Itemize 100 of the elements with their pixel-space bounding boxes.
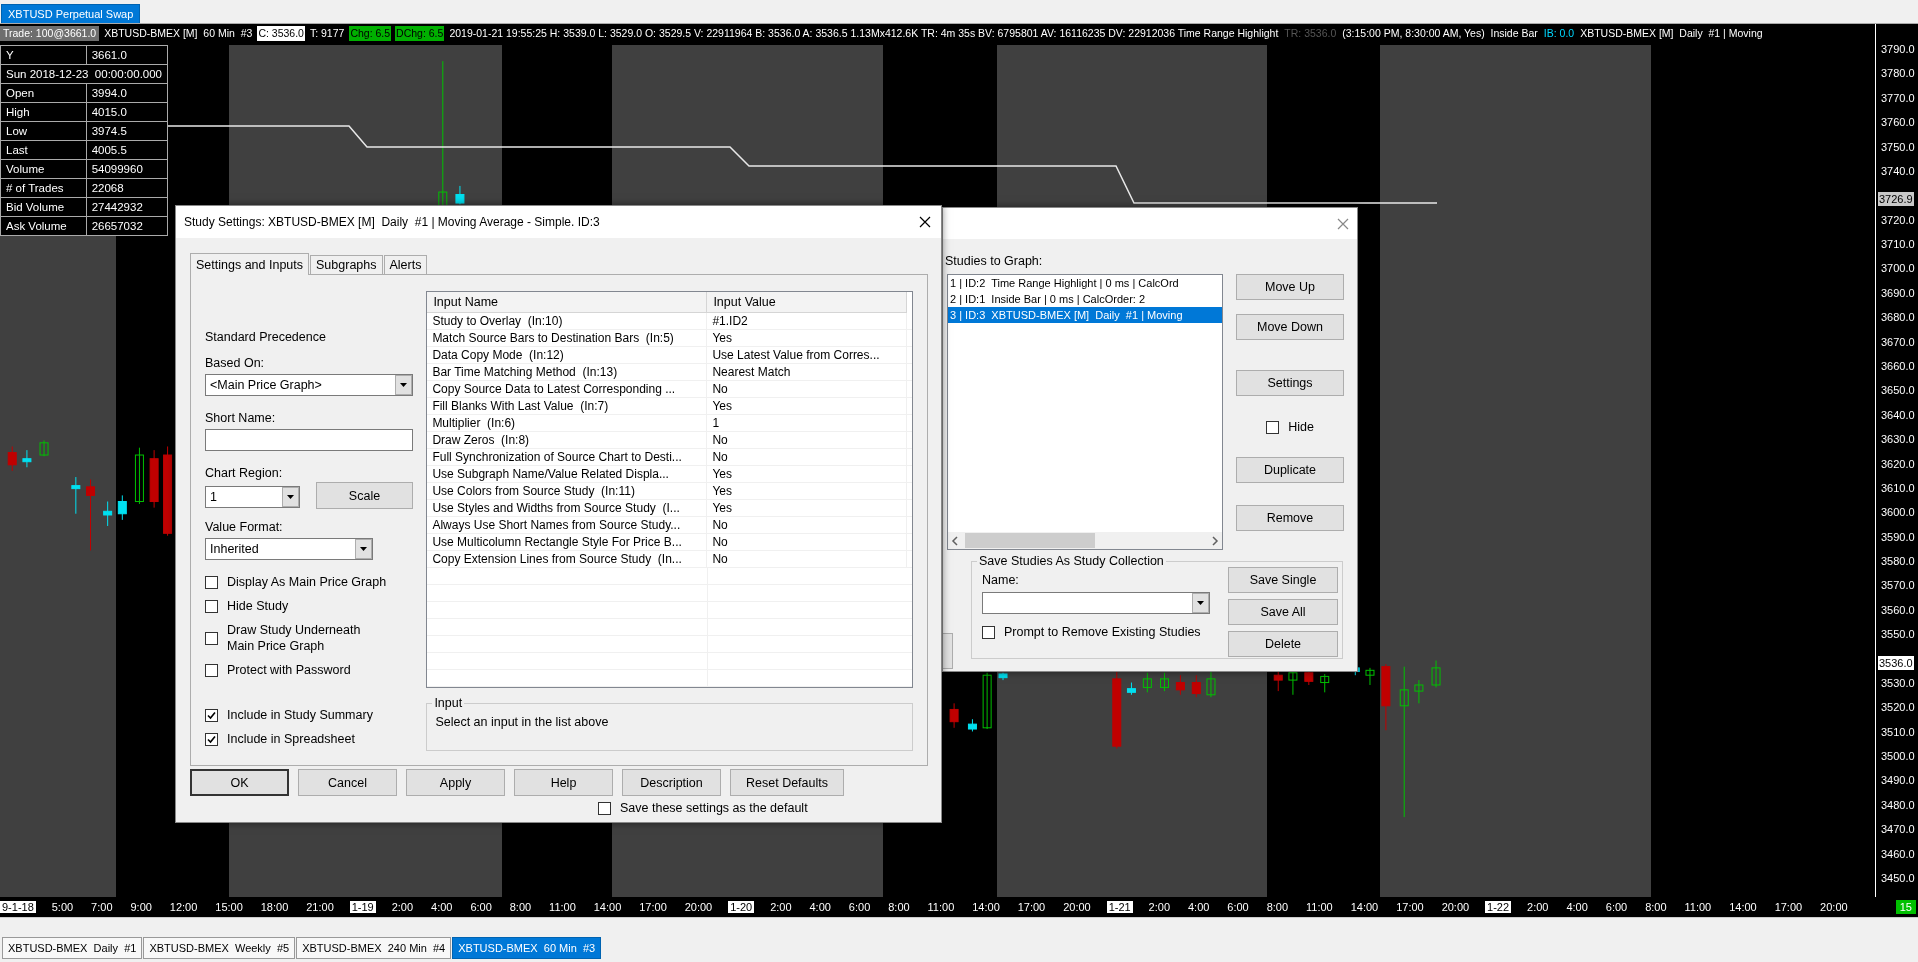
- dropdown-field[interactable]: [982, 592, 1210, 614]
- data-label: Last: [0, 140, 87, 160]
- dialog-button[interactable]: Duplicate: [1236, 457, 1344, 483]
- candlestick: [86, 479, 95, 551]
- tab[interactable]: Alerts: [383, 255, 428, 274]
- price-label: 3530.0: [1880, 675, 1916, 690]
- time-label: 6:00: [847, 901, 872, 913]
- chart-info-text: C: 3536.0: [257, 26, 305, 41]
- checkbox[interactable]: [205, 575, 218, 589]
- table-cell: Use Multicolumn Rectangle Style For Price B...: [427, 534, 708, 550]
- chart-info-text: (3:15:00 PM, 8:30:00 AM, Yes) Inside Bar: [1341, 26, 1539, 41]
- checkbox[interactable]: [205, 708, 218, 722]
- time-label: 9:00: [129, 901, 153, 913]
- table-cell: Draw Zeros (In:8): [427, 432, 708, 448]
- tab[interactable]: Settings and Inputs: [190, 253, 310, 275]
- list-item[interactable]: 1 | ID:2 Time Range Highlight | 0 ms | CalcOrd: [948, 275, 1222, 291]
- candlestick: [1191, 674, 1201, 698]
- price-label: 3490.0: [1880, 773, 1916, 788]
- price-label: 3670.0: [1880, 334, 1916, 349]
- data-label: Open: [0, 83, 87, 103]
- candlestick: [71, 476, 81, 515]
- chart-tab[interactable]: XBTUSD-BMEX Daily #1: [2, 937, 143, 959]
- checkbox-label: Include in Spreadsheet: [227, 731, 355, 747]
- data-value: 22068: [86, 178, 168, 198]
- dialog-button[interactable]: Settings: [1236, 370, 1344, 396]
- close-icon[interactable]: [919, 216, 931, 228]
- price-label: 3480.0: [1880, 797, 1916, 812]
- checkbox[interactable]: [205, 599, 218, 613]
- price-label: 3750.0: [1880, 139, 1916, 154]
- caret-icon: [395, 375, 412, 395]
- candlestick: [1381, 663, 1391, 731]
- checkbox[interactable]: [205, 663, 218, 677]
- checkbox[interactable]: [982, 625, 995, 639]
- dropdown-field[interactable]: <Main Price Graph>: [205, 374, 413, 396]
- price-label: 3610.0: [1880, 480, 1916, 495]
- candlestick: [39, 439, 49, 457]
- price-label: 3600.0: [1880, 505, 1916, 520]
- dialog-button[interactable]: Reset Defaults: [730, 769, 844, 796]
- price-label: 3680.0: [1880, 310, 1916, 325]
- table-cell: Yes: [707, 500, 908, 516]
- dialog-button[interactable]: Cancel: [298, 769, 397, 796]
- chart-tab[interactable]: XBTUSD-BMEX Weekly #5: [143, 937, 296, 959]
- checkbox-label: Hide: [1288, 419, 1314, 435]
- column-header[interactable]: Input Name: [427, 292, 708, 313]
- price-label: 3690.0: [1880, 285, 1916, 300]
- dialog-button[interactable]: Delete: [1228, 631, 1338, 657]
- time-label: 2:00: [1147, 901, 1171, 913]
- checkbox-label: Include in Study Summary: [227, 707, 373, 723]
- data-value: 3661.0: [86, 45, 168, 65]
- list-item[interactable]: 3 | ID:3 XBTUSD-BMEX [M] Daily #1 | Moving: [948, 307, 1222, 323]
- candlestick: [998, 672, 1008, 681]
- dialog-button[interactable]: Move Up: [1236, 274, 1344, 300]
- column-header[interactable]: Input Value: [707, 292, 908, 313]
- chart-tab[interactable]: XBTUSD-BMEX 60 Min #3: [452, 937, 602, 959]
- time-label: 4:00: [1565, 901, 1589, 913]
- dialog-button[interactable]: Description: [622, 769, 721, 796]
- price-label: 3630.0: [1880, 432, 1916, 447]
- chart-tab[interactable]: XBTUSD Perpetual Swap: [1, 4, 141, 23]
- horizontal-scrollbar[interactable]: [948, 532, 1222, 549]
- dialog-button[interactable]: Save Single: [1228, 567, 1338, 593]
- dialog-button[interactable]: Save All: [1228, 599, 1338, 625]
- candlestick: [1320, 673, 1330, 693]
- data-value: 4005.5: [86, 140, 168, 160]
- table-cell: No: [707, 517, 908, 533]
- checkbox[interactable]: [598, 801, 611, 815]
- dropdown-field[interactable]: 1: [205, 486, 300, 508]
- time-label: 6:00: [1226, 901, 1250, 913]
- time-label: 4:00: [1186, 901, 1211, 913]
- date-label: 1-21: [1106, 901, 1133, 913]
- checkbox[interactable]: [205, 732, 218, 746]
- table-cell: No: [707, 551, 908, 567]
- data-value: 3974.5: [86, 121, 168, 141]
- date-label: 1-20: [728, 901, 755, 913]
- data-label: Low: [0, 121, 87, 141]
- dialog-button[interactable]: Help: [514, 769, 613, 796]
- checkbox[interactable]: [1266, 420, 1280, 434]
- dialog-button[interactable]: OK: [190, 769, 289, 796]
- dialog-button[interactable]: Move Down: [1236, 314, 1344, 340]
- time-label: 11:00: [1683, 901, 1713, 913]
- list-label: Studies to Graph:: [944, 253, 1044, 270]
- table-cell: Full Synchronization of Source Chart to Desti...: [427, 449, 708, 465]
- time-label: 14:00: [592, 901, 623, 913]
- dialog-button[interactable]: Remove: [1236, 505, 1344, 531]
- checkbox[interactable]: [205, 631, 218, 645]
- candlestick: [1126, 682, 1136, 696]
- data-label: High: [0, 102, 87, 122]
- chart-tab[interactable]: XBTUSD-BMEX 240 Min #4: [296, 937, 452, 959]
- checkbox-label: Hide Study: [227, 598, 290, 614]
- dialog-button[interactable]: Apply: [406, 769, 505, 796]
- checkbox-label: Save these settings as the default: [620, 800, 808, 816]
- price-label: 3770.0: [1880, 90, 1916, 105]
- group-title: Input: [432, 696, 465, 711]
- table-cell: No: [707, 381, 908, 397]
- tab[interactable]: Subgraphs: [310, 255, 383, 274]
- text-input[interactable]: [205, 429, 413, 451]
- dialog-button[interactable]: Scale: [316, 482, 413, 509]
- time-label: 14:00: [1728, 901, 1758, 913]
- table-cell: Yes: [707, 398, 908, 414]
- list-item[interactable]: 2 | ID:1 Inside Bar | 0 ms | CalcOrder: 2: [948, 291, 1222, 307]
- dropdown-field[interactable]: Inherited: [205, 538, 373, 560]
